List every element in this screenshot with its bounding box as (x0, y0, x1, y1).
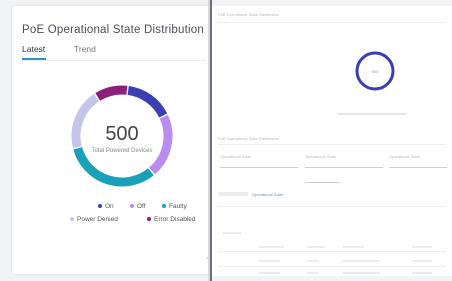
section-title: PoE Operational State Distribution (218, 12, 279, 17)
filter-link[interactable]: Operational State (252, 192, 283, 197)
section-divider (218, 206, 446, 207)
table-cell (307, 260, 319, 262)
table-cell (342, 272, 380, 274)
legend-label: Off (137, 203, 146, 210)
field-underline (305, 182, 339, 183)
placeholder-label (218, 192, 248, 196)
legend-label: Power Denied (77, 216, 118, 223)
legend-item-off[interactable]: Off (130, 203, 146, 210)
table-cell (412, 272, 432, 274)
legend-dot (130, 204, 134, 209)
legend-dot (98, 204, 102, 209)
table-cell (342, 260, 380, 262)
field-label: Operational State (389, 154, 421, 159)
mini-legend (337, 113, 407, 115)
table-header-cell (342, 246, 364, 248)
table-header-cell (307, 246, 325, 248)
donut-slice-on[interactable] (127, 85, 168, 118)
table-cell (307, 272, 319, 274)
legend-item-error-disabled[interactable]: Error Disabled (147, 216, 196, 223)
mini-donut-value: 500 (372, 69, 379, 74)
table-row-divider (218, 266, 446, 267)
background-panel: PoE Operational State Distribution 500 P… (212, 6, 452, 276)
table-header-cell (222, 232, 242, 234)
legend-label: On (105, 203, 114, 210)
section-title: PoE Operational State Distribution (218, 136, 279, 141)
table-cell (258, 260, 280, 262)
mini-donut-chart: 500 (355, 51, 395, 91)
legend-dot (147, 217, 151, 222)
section-divider (218, 22, 446, 23)
legend-item-on[interactable]: On (98, 203, 114, 210)
poe-distribution-card: PoE Operational State Distribution Lates… (12, 6, 210, 274)
legend-label: Error Disabled (154, 216, 196, 223)
legend-item-faulty[interactable]: Faulty (162, 203, 187, 210)
donut-center-value: 500 (105, 123, 139, 145)
donut-center-label: Total Powered Devices (91, 148, 153, 154)
legend-item-power-denied[interactable]: Power Denied (70, 216, 118, 223)
operational-state-field[interactable] (389, 162, 447, 168)
legend-label: Faulty (169, 203, 187, 210)
legend-dot (162, 204, 166, 209)
table-header-cell (412, 246, 432, 248)
legend-dot (70, 217, 74, 222)
table-row-divider (218, 251, 446, 252)
field-label: Operational State (305, 154, 337, 159)
operational-state-field[interactable] (220, 162, 298, 168)
table-cell (412, 260, 432, 262)
field-label: Operational State (220, 154, 252, 159)
table-cell (258, 272, 280, 274)
section-divider (218, 144, 446, 145)
tab-latest[interactable]: Latest (22, 44, 45, 54)
tabs-divider (22, 60, 206, 61)
operational-state-field[interactable] (305, 162, 383, 168)
card-title: PoE Operational State Distribution (22, 24, 204, 36)
donut-slice-error-disabled[interactable] (95, 85, 128, 101)
tab-trend[interactable]: Trend (74, 44, 96, 54)
table-header-cell (258, 246, 284, 248)
